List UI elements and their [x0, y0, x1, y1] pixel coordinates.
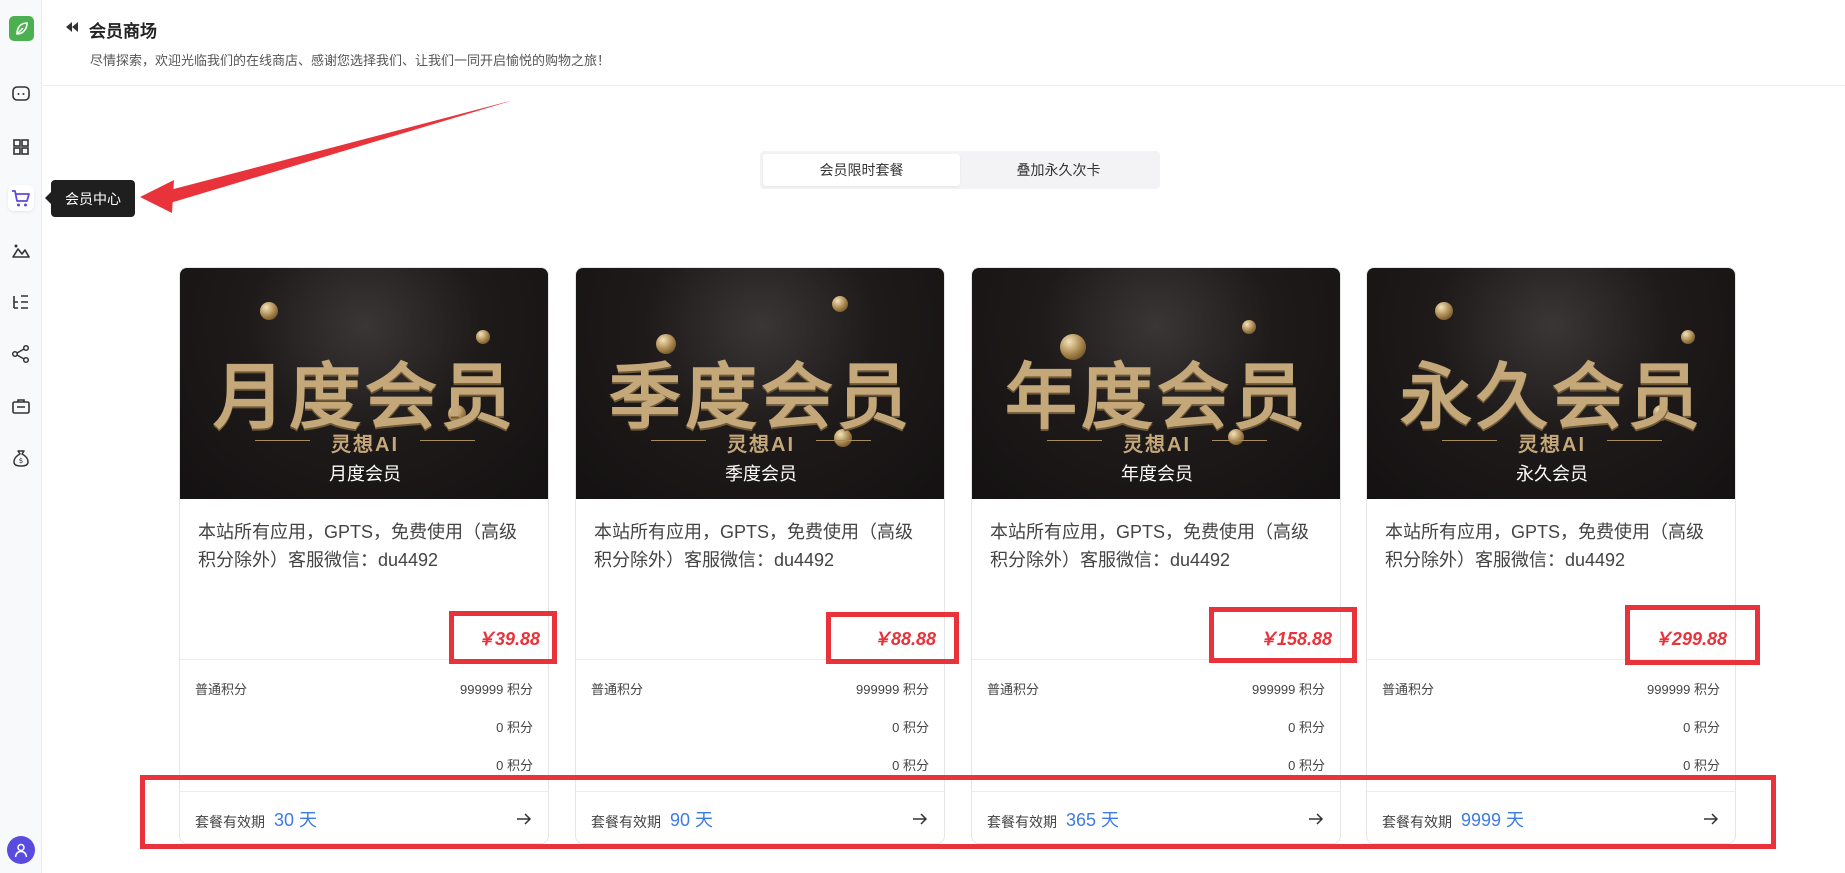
points-value: 0 积分	[1288, 758, 1325, 773]
points-value: 0 积分	[892, 758, 929, 773]
card-banner: 年度会员 灵想AI 年度会员	[972, 268, 1340, 499]
gold-ball-decoration	[1435, 302, 1453, 320]
points-label: 普通积分	[195, 682, 248, 697]
card-description: 本站所有应用，GPTS，免费使用（高级积分除外）客服微信：du4492	[1385, 522, 1705, 570]
cart-icon[interactable]	[8, 185, 34, 211]
sidebar-tooltip: 会员中心	[45, 180, 135, 217]
points-row: 0 积分	[1382, 717, 1720, 736]
gold-ball-decoration	[260, 302, 278, 320]
gold-ball-decoration	[1242, 320, 1256, 334]
page-title: 会员商场	[89, 22, 157, 41]
card-description: 本站所有应用，GPTS，免费使用（高级积分除外）客服微信：du4492	[594, 522, 914, 570]
membership-card[interactable]: 年度会员 灵想AI 年度会员 本站所有应用，GPTS，免费使用（高级积分除外）客…	[971, 267, 1341, 844]
points-label: 普通积分	[1382, 682, 1435, 697]
points-value: 0 积分	[496, 720, 533, 735]
points-row: 0 积分	[987, 755, 1325, 774]
membership-card[interactable]: 季度会员 灵想AI 季度会员 本站所有应用，GPTS，免费使用（高级积分除外）客…	[575, 267, 945, 844]
points-value: 0 积分	[1288, 720, 1325, 735]
page-header: 会员商场 尽情探索，欢迎光临我们的在线商店、感谢您选择我们、让我们一同开启愉悦的…	[43, 0, 1845, 86]
points-value: 0 积分	[1683, 758, 1720, 773]
price-highlight-box	[449, 611, 557, 664]
points-value: 0 积分	[496, 758, 533, 773]
membership-card[interactable]: 永久会员 灵想AI 永久会员 本站所有应用，GPTS，免费使用（高级积分除外）客…	[1366, 267, 1736, 844]
points-value: 999999 积分	[1252, 682, 1325, 697]
points-row: 0 积分	[591, 755, 929, 774]
app-logo-icon[interactable]	[9, 16, 34, 41]
card-banner: 永久会员 灵想AI 永久会员	[1367, 268, 1735, 499]
page-subtitle: 尽情探索，欢迎光临我们的在线商店、感谢您选择我们、让我们一同开启愉悦的购物之旅！	[90, 53, 611, 68]
points-row: 普通积分 999999 积分	[1382, 679, 1720, 698]
points-row: 普通积分 999999 积分	[591, 679, 929, 698]
sidebar: $	[0, 0, 42, 873]
points-value: 999999 积分	[1647, 682, 1720, 697]
banner-brand: 灵想AI	[1518, 434, 1586, 456]
card-plan-name: 年度会员	[1121, 464, 1193, 484]
money-bag-icon[interactable]: $	[8, 445, 34, 471]
card-banner: 季度会员 灵想AI 季度会员	[576, 268, 944, 499]
share-icon[interactable]	[8, 341, 34, 367]
points-row: 0 积分	[195, 755, 533, 774]
points-row: 0 积分	[195, 717, 533, 736]
briefcase-icon[interactable]	[8, 393, 34, 419]
card-plan-name: 月度会员	[329, 464, 401, 484]
image-mountain-icon[interactable]	[8, 238, 34, 264]
card-banner: 月度会员 灵想AI 月度会员	[180, 268, 548, 499]
svg-text:$: $	[19, 457, 23, 465]
plan-tabs: 会员限时套餐 叠加永久次卡	[760, 151, 1160, 189]
chat-icon[interactable]	[8, 81, 34, 107]
card-description: 本站所有应用，GPTS，免费使用（高级积分除外）客服微信：du4492	[990, 522, 1310, 570]
card-plan-name: 永久会员	[1516, 464, 1588, 484]
price-highlight-box	[1625, 605, 1760, 665]
price-highlight-box	[826, 612, 959, 664]
points-value: 0 积分	[892, 720, 929, 735]
points-row: 普通积分 999999 积分	[987, 679, 1325, 698]
gold-ball-decoration	[832, 296, 848, 312]
points-row: 0 积分	[1382, 755, 1720, 774]
points-value: 999999 积分	[460, 682, 533, 697]
membership-card[interactable]: 月度会员 灵想AI 月度会员 本站所有应用，GPTS，免费使用（高级积分除外）客…	[179, 267, 549, 844]
price-highlight-box	[1209, 607, 1357, 663]
points-label: 普通积分	[987, 682, 1040, 697]
points-row: 0 积分	[987, 717, 1325, 736]
points-value: 0 积分	[1683, 720, 1720, 735]
apps-grid-icon[interactable]	[8, 134, 34, 160]
points-row: 0 积分	[591, 717, 929, 736]
back-double-arrow-icon[interactable]	[65, 20, 79, 34]
banner-brand: 灵想AI	[1123, 434, 1191, 456]
banner-brand: 灵想AI	[727, 434, 795, 456]
points-label: 普通积分	[591, 682, 644, 697]
user-avatar-icon[interactable]	[7, 836, 35, 864]
validity-highlight-box	[140, 775, 1776, 849]
points-value: 999999 积分	[856, 682, 929, 697]
tab-permanent-cards[interactable]: 叠加永久次卡	[960, 154, 1157, 186]
card-plan-name: 季度会员	[725, 464, 797, 484]
tab-limited-plans[interactable]: 会员限时套餐	[763, 154, 960, 186]
list-tree-icon[interactable]	[8, 289, 34, 315]
card-description: 本站所有应用，GPTS，免费使用（高级积分除外）客服微信：du4492	[198, 522, 518, 570]
points-row: 普通积分 999999 积分	[195, 679, 533, 698]
banner-brand: 灵想AI	[331, 434, 399, 456]
